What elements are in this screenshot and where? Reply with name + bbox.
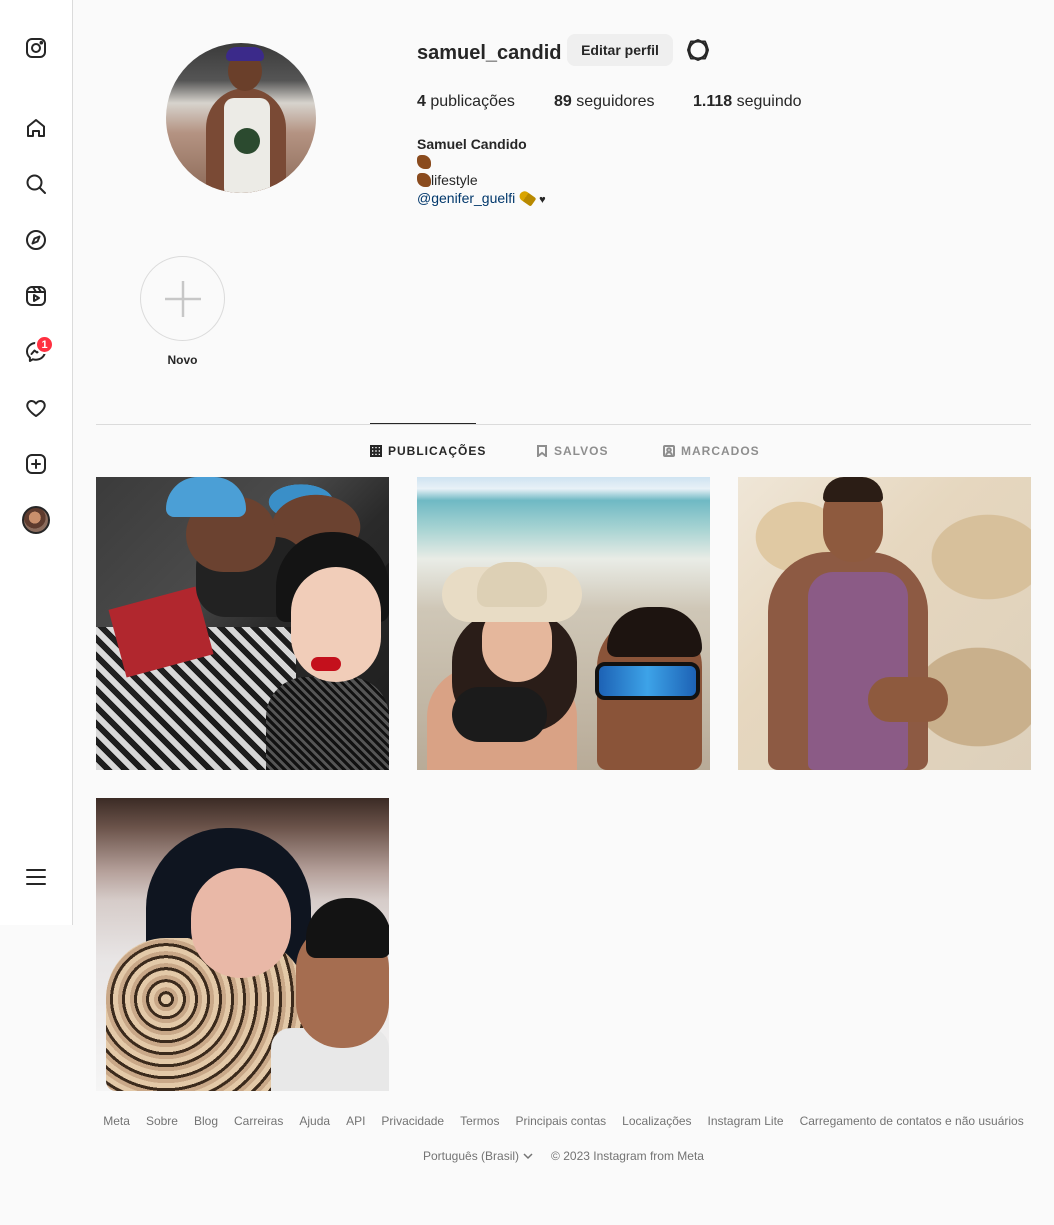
following-stat[interactable]: 1.118 seguindo bbox=[693, 93, 802, 111]
footer-link[interactable]: Carreiras bbox=[234, 1114, 283, 1128]
following-label: seguindo bbox=[736, 93, 802, 110]
profile-full-name: Samuel Candido bbox=[417, 136, 527, 152]
tab-posts-label: PUBLICAÇÕES bbox=[388, 444, 487, 458]
language-selector[interactable]: Português (Brasil) bbox=[423, 1149, 533, 1163]
posts-count: 4 bbox=[417, 93, 426, 110]
settings-icon[interactable] bbox=[686, 38, 710, 62]
menu-icon[interactable] bbox=[22, 863, 50, 891]
create-icon[interactable] bbox=[22, 450, 50, 478]
photo-detail bbox=[607, 607, 702, 657]
tab-posts[interactable]: PUBLICAÇÕES bbox=[370, 444, 486, 458]
footer-link[interactable]: Localizações bbox=[622, 1114, 691, 1128]
photo-detail bbox=[266, 677, 389, 770]
footer-link[interactable]: Sobre bbox=[146, 1114, 178, 1128]
photo-detail bbox=[234, 128, 260, 154]
bio-line-mention: @genifer_guelfi ♥ bbox=[417, 189, 546, 209]
tagged-icon bbox=[663, 445, 675, 457]
photo-detail bbox=[823, 477, 883, 502]
post-thumbnail[interactable] bbox=[738, 477, 1031, 770]
post-thumbnail[interactable] bbox=[96, 798, 389, 1091]
heart-symbol: ♥ bbox=[539, 194, 546, 206]
footer-link[interactable]: Principais contas bbox=[515, 1114, 606, 1128]
footer-link[interactable]: Meta bbox=[103, 1114, 130, 1128]
post-thumbnail[interactable] bbox=[96, 477, 389, 770]
tab-tagged[interactable]: MARCADOS bbox=[663, 444, 760, 458]
home-icon[interactable] bbox=[22, 114, 50, 142]
messages-badge: 1 bbox=[35, 335, 54, 354]
photo-detail bbox=[311, 657, 341, 671]
footer-link[interactable]: Instagram Lite bbox=[708, 1114, 784, 1128]
following-count: 1.118 bbox=[693, 93, 733, 110]
chevron-down-icon bbox=[523, 1153, 533, 1160]
instagram-logo-icon[interactable] bbox=[22, 34, 50, 62]
sidebar: 1 bbox=[0, 0, 73, 925]
reels-icon[interactable] bbox=[22, 282, 50, 310]
tab-saved[interactable]: SALVOS bbox=[536, 444, 608, 458]
tabs-divider bbox=[96, 424, 1031, 425]
photo-detail bbox=[166, 477, 246, 517]
photo-detail bbox=[452, 687, 547, 742]
post-thumbnail[interactable] bbox=[417, 477, 710, 770]
footer-link[interactable]: Ajuda bbox=[299, 1114, 330, 1128]
flexed-biceps-emoji bbox=[417, 173, 431, 187]
photo-detail bbox=[226, 47, 264, 61]
key-emoji bbox=[517, 189, 537, 207]
footer-link[interactable]: Privacidade bbox=[381, 1114, 444, 1128]
photo-detail bbox=[868, 677, 948, 722]
photo-detail bbox=[477, 562, 547, 607]
bookmark-icon bbox=[537, 445, 547, 457]
photo-detail bbox=[191, 868, 291, 978]
tab-saved-label: SALVOS bbox=[554, 444, 609, 458]
footer-link[interactable]: Termos bbox=[460, 1114, 499, 1128]
plus-icon bbox=[164, 280, 201, 317]
followers-count: 89 bbox=[554, 93, 572, 110]
active-tab-indicator bbox=[370, 423, 476, 424]
footer-bottom: Português (Brasil) © 2023 Instagram from… bbox=[423, 1149, 704, 1163]
footer-links: Meta Sobre Blog Carreiras Ajuda API Priv… bbox=[0, 1114, 1054, 1128]
photo-detail bbox=[595, 662, 700, 700]
photo-detail bbox=[306, 898, 389, 958]
grid-icon bbox=[370, 445, 382, 457]
followers-stat[interactable]: 89 seguidores bbox=[554, 93, 655, 111]
followers-label: seguidores bbox=[576, 93, 655, 110]
bio-line-emoji bbox=[417, 153, 546, 171]
heart-icon[interactable] bbox=[22, 394, 50, 422]
profile-avatar[interactable] bbox=[22, 506, 50, 534]
footer-link[interactable]: Carregamento de contatos e não usuários bbox=[800, 1114, 1024, 1128]
bio-line-lifestyle: lifestyle bbox=[417, 171, 546, 189]
footer-link[interactable]: Blog bbox=[194, 1114, 218, 1128]
posts-label: publicações bbox=[430, 93, 515, 110]
tab-tagged-label: MARCADOS bbox=[681, 444, 760, 458]
new-highlight-button[interactable] bbox=[140, 256, 225, 341]
posts-stat: 4 publicações bbox=[417, 93, 515, 111]
new-highlight-label: Novo bbox=[167, 353, 198, 367]
profile-username: samuel_candid bbox=[417, 42, 562, 64]
photo-detail bbox=[808, 572, 908, 770]
language-label: Português (Brasil) bbox=[423, 1149, 520, 1163]
profile-picture[interactable] bbox=[166, 43, 316, 193]
profile-bio: Samuel Candido lifestyle @genifer_guelfi… bbox=[417, 135, 546, 209]
edit-profile-button[interactable]: Editar perfil bbox=[567, 34, 673, 66]
bio-lifestyle-text: lifestyle bbox=[431, 172, 478, 188]
footer-link[interactable]: API bbox=[346, 1114, 365, 1128]
mention-link[interactable]: @genifer_guelfi bbox=[417, 190, 515, 206]
copyright: © 2023 Instagram from Meta bbox=[551, 1149, 704, 1163]
search-icon[interactable] bbox=[22, 170, 50, 198]
explore-icon[interactable] bbox=[22, 226, 50, 254]
flexed-biceps-emoji bbox=[417, 155, 431, 169]
